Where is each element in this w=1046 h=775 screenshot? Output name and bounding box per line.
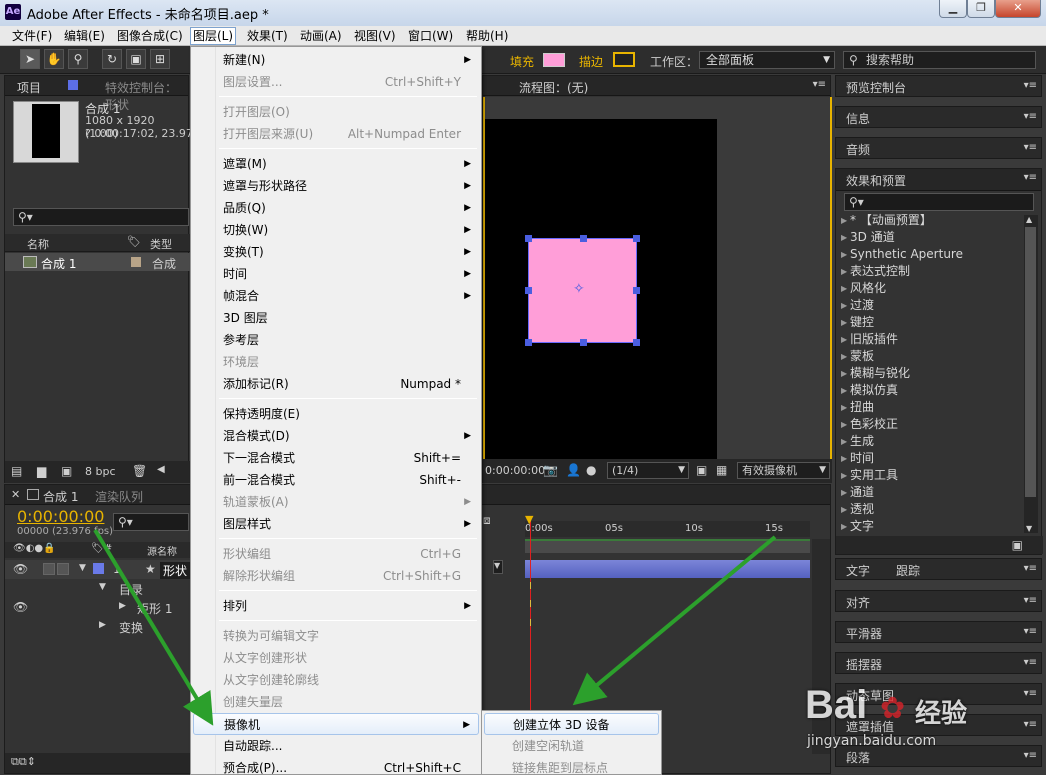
paw-icon: ✿ <box>880 691 906 726</box>
baidu-watermark: Bai ✿ 经验 jingyan.baidu.com <box>805 683 1005 753</box>
annotation-arrows <box>93 528 777 726</box>
watermark-brand: Bai <box>805 683 868 727</box>
watermark-brand-cn: 经验 <box>915 699 968 729</box>
arrow-to-stereo-3d <box>572 535 777 706</box>
arrow-to-camera-menu <box>93 528 214 726</box>
watermark-url: jingyan.baidu.com <box>807 733 937 749</box>
